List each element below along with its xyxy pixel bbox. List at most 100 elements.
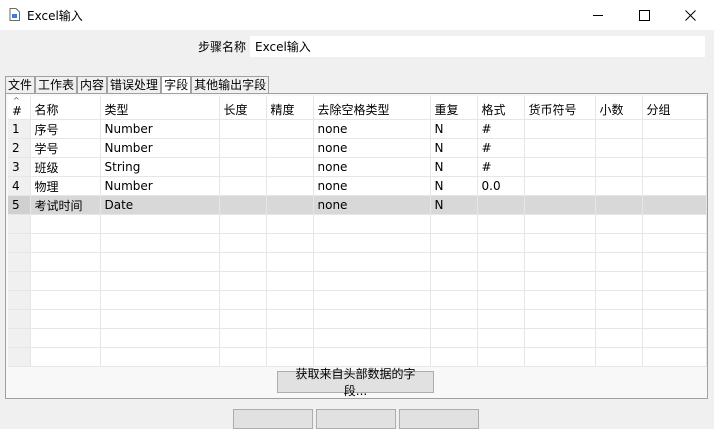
cell-format[interactable]: # xyxy=(477,157,525,177)
title-bar: Excel输入 xyxy=(0,0,714,30)
tab-other-output-fields[interactable]: 其他输出字段 xyxy=(191,76,270,93)
cell-decimal[interactable] xyxy=(595,119,643,139)
dialog-button[interactable] xyxy=(316,409,396,429)
cell-type[interactable]: Number xyxy=(100,138,220,158)
cell-currency[interactable] xyxy=(524,176,596,196)
cell-decimal[interactable] xyxy=(595,176,643,196)
cell-repeat[interactable]: N xyxy=(430,119,478,139)
window-title: Excel输入 xyxy=(27,9,83,23)
tab-fields[interactable]: 字段 xyxy=(161,76,192,94)
column-header-format[interactable]: 格式 xyxy=(477,96,525,120)
cell-name[interactable]: 考试时间 xyxy=(30,195,101,215)
column-header-name[interactable]: 名称 xyxy=(30,96,101,120)
cell-grouping[interactable] xyxy=(642,138,707,158)
cell-repeat[interactable]: N xyxy=(430,195,478,215)
empty-row[interactable] xyxy=(8,233,707,253)
table-row[interactable]: 3 班级 String none N # xyxy=(8,157,707,177)
column-header-decimal[interactable]: 小数 xyxy=(595,96,643,120)
empty-row[interactable] xyxy=(8,347,707,367)
cell-currency[interactable] xyxy=(524,157,596,177)
cell-name[interactable]: 班级 xyxy=(30,157,101,177)
cell-trim-type[interactable]: none xyxy=(313,195,431,215)
dialog-button[interactable] xyxy=(399,409,479,429)
cell-trim-type[interactable]: none xyxy=(313,119,431,139)
cell-type[interactable]: Date xyxy=(100,195,220,215)
step-name-input[interactable] xyxy=(250,36,705,57)
close-button[interactable] xyxy=(667,0,713,30)
cell-trim-type[interactable]: none xyxy=(313,138,431,158)
cell-type[interactable]: Number xyxy=(100,119,220,139)
empty-row[interactable] xyxy=(8,214,707,234)
cell-name[interactable]: 序号 xyxy=(30,119,101,139)
cell-precision[interactable] xyxy=(266,119,314,139)
table-row[interactable]: 4 物理 Number none N 0.0 xyxy=(8,176,707,196)
cell-length[interactable] xyxy=(219,176,267,196)
cell-precision[interactable] xyxy=(266,157,314,177)
document-icon xyxy=(9,8,20,21)
cell-repeat[interactable]: N xyxy=(430,157,478,177)
column-header-index[interactable]: ^ # xyxy=(8,96,31,120)
column-header-length[interactable]: 长度 xyxy=(219,96,267,120)
table-row-selected[interactable]: 5 考试时间 Date none N xyxy=(8,195,707,215)
cell-precision[interactable] xyxy=(266,176,314,196)
cell-decimal[interactable] xyxy=(595,157,643,177)
cell-trim-type[interactable]: none xyxy=(313,157,431,177)
cell-precision[interactable] xyxy=(266,195,314,215)
column-header-precision[interactable]: 精度 xyxy=(266,96,314,120)
get-fields-from-header-button[interactable]: 获取来自头部数据的字段... xyxy=(277,367,434,398)
cell-grouping[interactable] xyxy=(642,195,707,215)
cell-currency[interactable] xyxy=(524,195,596,215)
column-header-repeat[interactable]: 重复 xyxy=(430,96,478,120)
fields-table: ^ # 名称 类型 长度 精度 去除空格类型 重复 格式 货币符号 小数 分组 1… xyxy=(8,96,707,367)
empty-row[interactable] xyxy=(8,252,707,272)
tab-bar: 文件 工作表 内容 错误处理 字段 其他输出字段 xyxy=(5,76,270,94)
empty-row[interactable] xyxy=(8,328,707,348)
step-name-label: 步骤名称 xyxy=(198,40,247,54)
table-row[interactable]: 1 序号 Number none N # xyxy=(8,119,707,139)
sort-caret-icon: ^ xyxy=(13,96,20,105)
table-header-row: ^ # 名称 类型 长度 精度 去除空格类型 重复 格式 货币符号 小数 分组 xyxy=(8,96,707,120)
cell-length[interactable] xyxy=(219,119,267,139)
cell-decimal[interactable] xyxy=(595,195,643,215)
cell-grouping[interactable] xyxy=(642,176,707,196)
row-number: 5 xyxy=(8,195,31,215)
column-header-type[interactable]: 类型 xyxy=(100,96,220,120)
empty-row[interactable] xyxy=(8,271,707,291)
cell-format[interactable]: # xyxy=(477,138,525,158)
cell-name[interactable]: 学号 xyxy=(30,138,101,158)
cell-name[interactable]: 物理 xyxy=(30,176,101,196)
cell-grouping[interactable] xyxy=(642,119,707,139)
row-number: 1 xyxy=(8,119,31,139)
column-header-currency[interactable]: 货币符号 xyxy=(524,96,596,120)
column-header-trim-type[interactable]: 去除空格类型 xyxy=(313,96,431,120)
minimize-button[interactable] xyxy=(575,0,621,30)
cell-format[interactable]: 0.0 xyxy=(477,176,525,196)
cell-repeat[interactable]: N xyxy=(430,176,478,196)
cell-format[interactable]: # xyxy=(477,119,525,139)
cell-precision[interactable] xyxy=(266,138,314,158)
cell-length[interactable] xyxy=(219,138,267,158)
cell-type[interactable]: Number xyxy=(100,176,220,196)
dialog-button[interactable] xyxy=(233,409,313,429)
cell-currency[interactable] xyxy=(524,119,596,139)
cell-repeat[interactable]: N xyxy=(430,138,478,158)
tab-content[interactable]: 内容 xyxy=(77,76,108,93)
cell-currency[interactable] xyxy=(524,138,596,158)
tab-error-handling[interactable]: 错误处理 xyxy=(107,76,162,93)
cell-trim-type[interactable]: none xyxy=(313,176,431,196)
tab-file[interactable]: 文件 xyxy=(5,76,36,93)
tab-worksheet[interactable]: 工作表 xyxy=(35,76,78,93)
cell-decimal[interactable] xyxy=(595,138,643,158)
empty-row[interactable] xyxy=(8,309,707,329)
maximize-icon xyxy=(638,9,650,21)
column-header-grouping[interactable]: 分组 xyxy=(642,96,707,120)
cell-length[interactable] xyxy=(219,157,267,177)
row-number: 2 xyxy=(8,138,31,158)
cell-format[interactable] xyxy=(477,195,525,215)
empty-row[interactable] xyxy=(8,290,707,310)
table-row[interactable]: 2 学号 Number none N # xyxy=(8,138,707,158)
maximize-button[interactable] xyxy=(621,0,667,30)
cell-type[interactable]: String xyxy=(100,157,220,177)
cell-grouping[interactable] xyxy=(642,157,707,177)
cell-length[interactable] xyxy=(219,195,267,215)
